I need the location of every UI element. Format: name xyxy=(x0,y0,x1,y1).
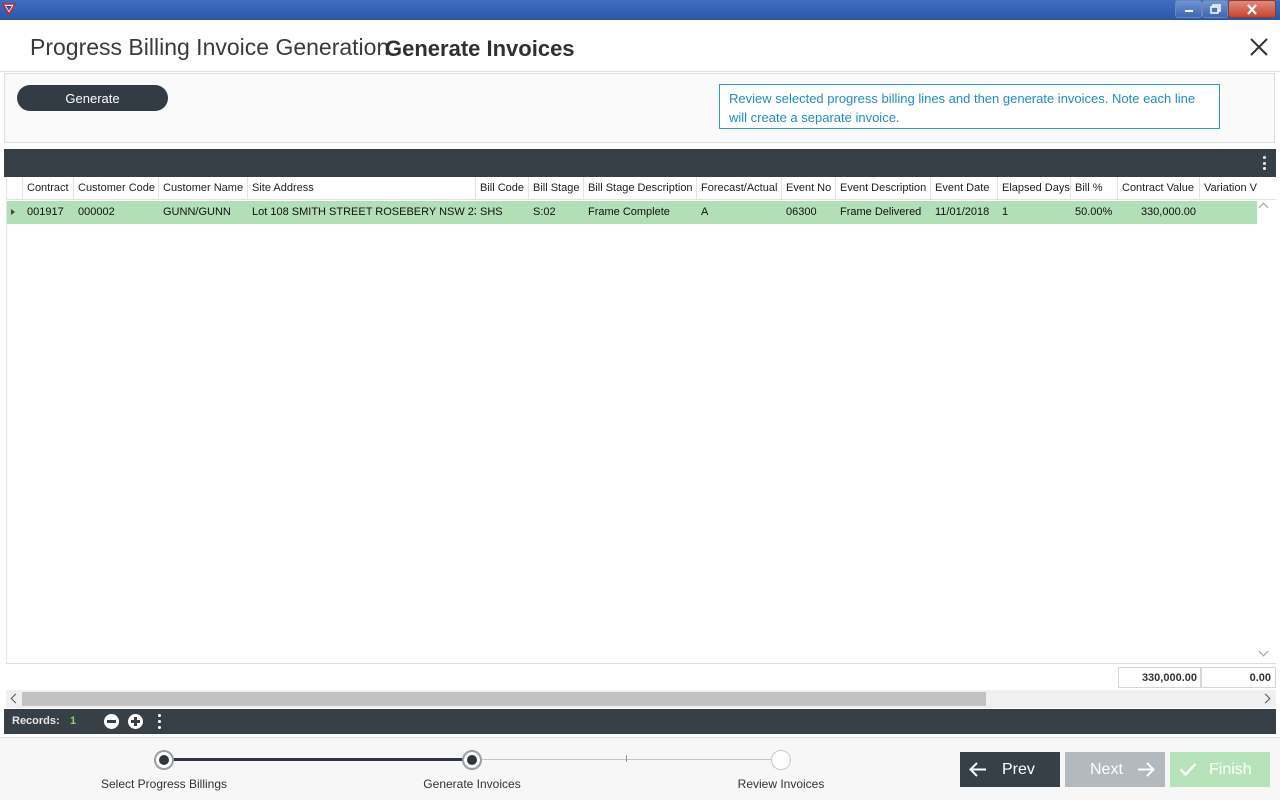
scroll-right-icon[interactable] xyxy=(1260,693,1271,704)
footer-options-icon[interactable] xyxy=(158,714,161,729)
table-row[interactable]: 001917 000002 GUNN/GUNN Lot 108 SMITH ST… xyxy=(7,201,1258,224)
column-header-customer-name[interactable]: Customer Name xyxy=(159,177,248,200)
close-icon[interactable] xyxy=(1248,36,1270,58)
vertical-scrollbar[interactable] xyxy=(1257,200,1270,663)
column-header-event-date[interactable]: Event Date xyxy=(931,177,998,200)
step-label-select-progress-billings: Select Progress Billings xyxy=(100,777,228,791)
grid-footer: Records: 1 xyxy=(4,709,1276,734)
row-indicator-header xyxy=(7,177,23,200)
cell-variation-value[interactable] xyxy=(1200,201,1258,224)
column-header-bill-code[interactable]: Bill Code xyxy=(476,177,529,200)
arrow-right-icon xyxy=(1138,762,1155,777)
horizontal-scroll-thumb[interactable] xyxy=(22,692,986,706)
checkmark-icon xyxy=(1179,763,1197,777)
cell-bill-code[interactable]: SHS xyxy=(476,201,529,224)
column-header-bill-stage[interactable]: Bill Stage xyxy=(529,177,584,200)
cell-contract-value[interactable]: 330,000.00 xyxy=(1118,201,1200,224)
prev-label: Prev xyxy=(1002,761,1035,778)
generate-button[interactable]: Generate xyxy=(17,85,168,111)
window-title-bar xyxy=(0,0,1280,20)
cell-bill-pct[interactable]: 50.00% xyxy=(1071,201,1118,224)
next-label: Next xyxy=(1090,761,1123,778)
page-header: Progress Billing Invoice Generation Gene… xyxy=(0,20,1280,72)
row-indicator-icon xyxy=(11,209,15,215)
window-close-icon[interactable] xyxy=(1228,0,1276,18)
step-dot-review-invoices[interactable] xyxy=(771,750,791,770)
cell-contract[interactable]: 001917 xyxy=(23,201,74,224)
cell-customer-code[interactable]: 000002 xyxy=(74,201,159,224)
app-logo-icon xyxy=(2,3,16,16)
page-subtitle: Generate Invoices xyxy=(385,36,575,61)
cell-forecast-actual[interactable]: A xyxy=(697,201,782,224)
grid-toolbar xyxy=(4,149,1276,177)
step-dot-select-progress-billings[interactable] xyxy=(154,750,174,770)
step-label-review-invoices: Review Invoices xyxy=(737,777,825,791)
cell-event-description[interactable]: Frame Delivered xyxy=(836,201,931,224)
horizontal-scrollbar[interactable] xyxy=(6,690,1276,708)
scroll-up-icon[interactable] xyxy=(1258,202,1269,213)
column-header-elapsed-days[interactable]: Elapsed Days xyxy=(998,177,1071,200)
cell-site-address[interactable]: Lot 108 SMITH STREET ROSEBERY NSW 2399 xyxy=(248,201,476,224)
grid-options-icon[interactable] xyxy=(1263,156,1267,170)
total-contract-value: 330,000.00 xyxy=(1118,667,1202,688)
prev-button[interactable]: Prev xyxy=(960,752,1060,787)
column-header-contract-value[interactable]: Contract Value xyxy=(1118,177,1200,200)
finish-label: Finish xyxy=(1209,761,1252,778)
cell-elapsed-days[interactable]: 1 xyxy=(998,201,1071,224)
remove-record-icon[interactable] xyxy=(104,714,119,729)
minimize-icon[interactable] xyxy=(1175,0,1202,18)
column-header-bill-stage-description[interactable]: Bill Stage Description xyxy=(584,177,697,200)
arrow-left-icon xyxy=(969,762,986,777)
cell-bill-stage[interactable]: S:02 xyxy=(529,201,584,224)
wizard-track-tick xyxy=(626,755,627,762)
invoice-grid: Contract Customer Code Customer Name Sit… xyxy=(6,177,1276,663)
add-record-icon[interactable] xyxy=(128,714,143,729)
column-header-event-description[interactable]: Event Description xyxy=(836,177,931,200)
column-header-forecast-actual[interactable]: Forecast/Actual xyxy=(697,177,782,200)
maximize-icon[interactable] xyxy=(1202,0,1228,18)
cell-customer-name[interactable]: GUNN/GUNN xyxy=(159,201,248,224)
column-header-event-no[interactable]: Event No xyxy=(782,177,836,200)
grid-totals-row: 330,000.00 0.00 xyxy=(6,663,1276,690)
action-toolbar: Generate Review selected progress billin… xyxy=(4,73,1275,143)
total-variation-value: 0.00 xyxy=(1200,667,1276,688)
column-header-customer-code[interactable]: Customer Code xyxy=(74,177,159,200)
column-header-variation-value[interactable]: Variation V xyxy=(1200,177,1276,200)
finish-button: Finish xyxy=(1170,752,1270,787)
scroll-left-icon[interactable] xyxy=(10,693,21,704)
next-button: Next xyxy=(1065,752,1165,787)
scroll-down-icon[interactable] xyxy=(1258,646,1269,657)
column-header-bill-pct[interactable]: Bill % xyxy=(1071,177,1118,200)
step-dot-generate-invoices[interactable] xyxy=(462,750,482,770)
info-note: Review selected progress billing lines a… xyxy=(719,84,1220,129)
grid-column-headers: Contract Customer Code Customer Name Sit… xyxy=(7,177,1276,200)
records-count: 1 xyxy=(70,715,77,727)
cell-event-date[interactable]: 11/01/2018 xyxy=(931,201,998,224)
records-label: Records: xyxy=(12,715,60,727)
cell-bill-stage-description[interactable]: Frame Complete xyxy=(584,201,697,224)
column-header-contract[interactable]: Contract xyxy=(23,177,74,200)
column-header-site-address[interactable]: Site Address xyxy=(248,177,476,200)
page-title: Progress Billing Invoice Generation xyxy=(30,34,390,60)
cell-event-no[interactable]: 06300 xyxy=(782,201,836,224)
wizard-track-completed xyxy=(164,758,472,761)
step-label-generate-invoices: Generate Invoices xyxy=(423,777,521,791)
